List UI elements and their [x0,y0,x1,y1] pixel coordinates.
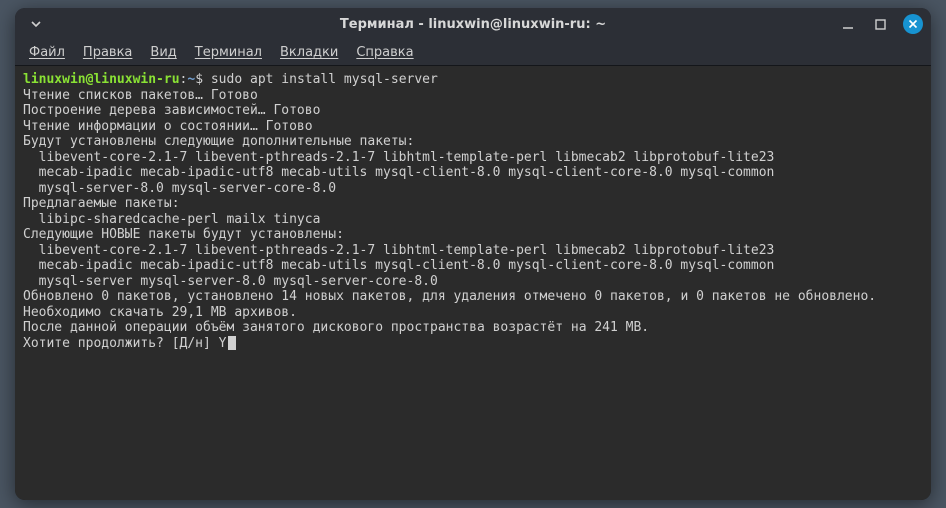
output-line: Следующие НОВЫЕ пакеты будут установлены… [23,227,923,243]
minimize-button[interactable] [839,15,857,33]
terminal-content[interactable]: linuxwin@linuxwin-ru:~$ sudo apt install… [15,66,931,500]
window-title: Терминал - linuxwin@linuxwin-ru: ~ [15,17,931,32]
output-line: mysql-server mysql-server-8.0 mysql-serv… [23,274,923,290]
menu-view[interactable]: Вид [150,45,176,60]
command-text: sudo apt install mysql-server [211,72,438,87]
cursor-icon [228,336,236,350]
menu-edit[interactable]: Правка [83,45,132,60]
maximize-button[interactable] [871,15,889,33]
output-line: Будут установлены следующие дополнительн… [23,134,923,150]
output-line: Необходимо скачать 29,1 MB архивов. [23,305,923,321]
menu-chevron-icon[interactable] [27,15,45,33]
output-line: После данной операции объём занятого дис… [23,320,923,336]
output-line: mysql-server-8.0 mysql-server-core-8.0 [23,181,923,197]
output-line: mecab-ipadic mecab-ipadic-utf8 mecab-uti… [23,165,923,181]
menubar: Файл Правка Вид Терминал Вкладки Справка [15,40,931,66]
close-button[interactable] [903,14,923,34]
output-line: Обновлено 0 пакетов, установлено 14 новы… [23,289,923,305]
output-line: Предлагаемые пакеты: [23,196,923,212]
output-line: libevent-core-2.1-7 libevent-pthreads-2.… [23,243,923,259]
output-line: libevent-core-2.1-7 libevent-pthreads-2.… [23,150,923,166]
menu-terminal[interactable]: Терминал [195,45,262,60]
prompt-symbol: $ [195,72,211,87]
output-line: Чтение информации о состоянии… Готово [23,119,923,135]
output-line: libipc-sharedcache-perl mailx tinyca [23,212,923,228]
prompt-user-host: linuxwin@linuxwin-ru [23,72,180,87]
prompt-continue: Хотите продолжить? [Д/н] [23,336,219,351]
output-line: mecab-ipadic mecab-ipadic-utf8 mecab-uti… [23,258,923,274]
terminal-window: Терминал - linuxwin@linuxwin-ru: ~ Файл … [15,8,931,500]
output-line: Построение дерева зависимостей… Готово [23,103,923,119]
menu-file[interactable]: Файл [29,45,65,60]
menu-tabs[interactable]: Вкладки [280,45,338,60]
output-line: Чтение списков пакетов… Готово [23,88,923,104]
user-input: Y [219,336,227,351]
titlebar: Терминал - linuxwin@linuxwin-ru: ~ [15,8,931,40]
menu-help[interactable]: Справка [356,45,413,60]
